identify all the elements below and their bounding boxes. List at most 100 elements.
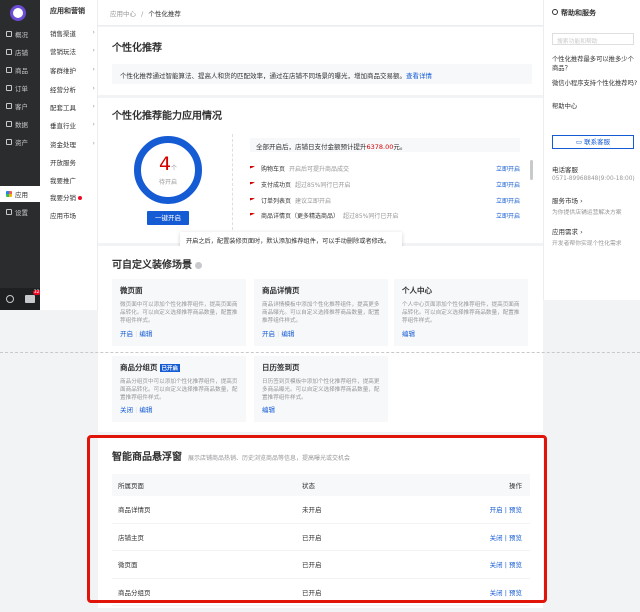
- contact-support-button[interactable]: ▭ 联系客服: [552, 135, 634, 149]
- help-question-link[interactable]: 微信小程序支持个性化推荐吗?: [552, 80, 640, 89]
- home-icon: [6, 31, 12, 37]
- pending-label: 待开启: [158, 179, 177, 186]
- scene-card-user-center: 个人中心 个人中心页面添加个性化推荐组件，提高页面商品转化。可以自定义选择推荐商…: [394, 279, 528, 346]
- ability-row: 订单列表页 建议立即开启 立即开启: [250, 194, 520, 206]
- enable-now-link[interactable]: 立即开启: [496, 211, 520, 220]
- help-center-link[interactable]: 帮助中心: [552, 103, 640, 112]
- phone-title: 电话客服: [552, 166, 578, 174]
- rail-item-orders[interactable]: 订单: [0, 80, 40, 96]
- gear-icon: [6, 209, 12, 215]
- rail-item-assets[interactable]: 资产: [0, 134, 40, 150]
- highlight-box: [87, 435, 547, 603]
- help-search-input[interactable]: 搜索功能和帮助: [552, 33, 634, 45]
- search-icon[interactable]: [5, 295, 14, 303]
- enable-all-button[interactable]: 一键开启: [147, 211, 189, 225]
- rail-item-customers[interactable]: 客户: [0, 98, 40, 114]
- ability-row: 购物车页 开启后可提升商品成交 立即开启: [250, 162, 520, 174]
- pending-count: 4: [158, 153, 172, 175]
- chevron-right-icon: ›: [92, 65, 95, 73]
- nav2-item-app-market[interactable]: 应用市场: [50, 210, 95, 220]
- breadcrumb-separator: /: [141, 10, 144, 18]
- flag-icon: [250, 212, 255, 216]
- nav2-item-vertical[interactable]: 垂直行业 ›: [50, 120, 95, 130]
- edit-link[interactable]: 编辑: [139, 406, 152, 414]
- store-logo-icon[interactable]: [10, 5, 26, 21]
- goods-icon: [6, 67, 12, 73]
- page-title: 个性化推荐: [112, 43, 162, 54]
- rail-item-apps[interactable]: 应用: [0, 186, 40, 202]
- edit-link[interactable]: 编辑: [139, 330, 152, 338]
- rail-tools: 32: [0, 288, 41, 310]
- nav2-item-promote[interactable]: 我要推广: [50, 175, 95, 185]
- message-icon[interactable]: 32: [24, 290, 41, 303]
- status-badge: 已开启: [159, 364, 181, 372]
- scenes-title: 可自定义装修场景: [112, 256, 202, 271]
- disable-link[interactable]: 关闭: [120, 406, 133, 414]
- chevron-right-icon: ›: [92, 84, 95, 92]
- ability-row: 商品详情页（更多精选商品） 超过85%同行已开启 立即开启: [250, 209, 520, 221]
- intro-description: 个性化推荐通过智能算法、提高人和货的匹配效率，通过在店铺不同场景的曝光，增加商品…: [112, 64, 532, 84]
- scene-card-product-detail: 商品详情页 商品详情模板中添加个性化推荐组件，提高更多商品曝光。可以自定义选择推…: [254, 279, 388, 346]
- apps-icon: [6, 191, 12, 197]
- pending-count-ring: 4个 待开启: [134, 136, 202, 204]
- edit-link[interactable]: 编辑: [281, 330, 294, 338]
- rail-item-store[interactable]: 店铺: [0, 44, 40, 60]
- chevron-right-icon: ›: [92, 120, 95, 128]
- chevron-right-icon: ›: [92, 102, 95, 110]
- intro-card: 个性化推荐 个性化推荐通过智能算法、提高人和货的匹配效率，通过在店铺不同场景的曝…: [98, 27, 543, 95]
- notification-dot: [78, 196, 82, 200]
- enable-now-link[interactable]: 立即开启: [496, 164, 520, 173]
- secondary-sidebar-title: 应用和营销: [50, 7, 85, 15]
- help-panel: 帮助和服务 搜索功能和帮助 个性化推荐最多可以推多少个商品？ 微信小程序支持个性…: [543, 0, 640, 300]
- breadcrumb: 应用中心 / 个性化推荐: [98, 0, 543, 26]
- phone-number: 0571-89968848(9:00-18:00): [552, 176, 635, 182]
- flag-icon: [250, 197, 255, 201]
- secondary-sidebar: 应用和营销 销售渠道 › 营销玩法 › 客群维护 › 经营分析 › 配套工具 › 垂直行业…: [40, 0, 98, 310]
- nav2-item-funds[interactable]: 资金处理 ›: [50, 139, 95, 149]
- rail-item-overview[interactable]: 概况: [0, 26, 40, 42]
- edit-link[interactable]: 编辑: [262, 406, 275, 414]
- page-break-divider: [0, 352, 640, 353]
- chevron-right-icon: ›: [92, 28, 95, 36]
- nav2-item-customer-group[interactable]: 客群维护 ›: [50, 65, 95, 75]
- nav2-item-analysis[interactable]: 经营分析 ›: [50, 84, 95, 94]
- scrollbar[interactable]: [530, 160, 533, 180]
- order-icon: [6, 85, 12, 91]
- nav2-item-tools[interactable]: 配套工具 ›: [50, 102, 95, 112]
- chat-icon: ▭: [575, 138, 585, 146]
- chevron-right-icon: ›: [92, 46, 95, 54]
- app-demand-link[interactable]: 应用需求 ›: [552, 226, 583, 236]
- pending-unit: 个: [171, 165, 178, 172]
- view-details-link[interactable]: 查看详情: [406, 72, 432, 80]
- customer-icon: [6, 103, 12, 109]
- enable-link[interactable]: 开启: [120, 330, 133, 338]
- scene-card-group-page: 商品分组页 已开启 商品分组页中可以添加个性化推荐组件，提高页面商品转化。可以自定…: [112, 356, 246, 422]
- rail-item-settings[interactable]: 设置: [0, 204, 40, 220]
- ability-title: 个性化推荐能力应用情况: [112, 111, 222, 122]
- chart-icon: [6, 121, 12, 127]
- rail-item-data[interactable]: 数据: [0, 116, 40, 132]
- primary-sidebar: 概况 店铺 商品 订单 客户 数据 资产 应用 设置 32: [0, 0, 41, 310]
- help-question-link[interactable]: 个性化推荐最多可以推多少个商品？: [552, 56, 640, 73]
- asset-icon: [6, 139, 12, 145]
- enable-now-link[interactable]: 立即开启: [496, 180, 520, 189]
- rail-item-goods[interactable]: 商品: [0, 62, 40, 78]
- scene-card-micropage: 微页面 微页面中可以添加个性化推荐组件，提高页面商品转化。可以自定义选择推荐商品…: [112, 279, 246, 346]
- nav2-item-distribution[interactable]: 我要分销: [50, 192, 95, 202]
- divider: [232, 134, 233, 230]
- breadcrumb-current: 个性化推荐: [148, 10, 181, 18]
- service-market-link[interactable]: 服务市场 ›: [552, 195, 583, 205]
- ability-row: 支付成功页 超过85%同行已开启 立即开启: [250, 178, 520, 190]
- nav2-item-marketing[interactable]: 营销玩法 ›: [50, 46, 95, 56]
- nav2-item-sales-channel[interactable]: 销售渠道 ›: [50, 28, 95, 38]
- summary-amount: 6378.00: [366, 143, 394, 151]
- enable-link[interactable]: 开启: [262, 330, 275, 338]
- enable-now-link[interactable]: 立即开启: [496, 196, 520, 205]
- info-icon[interactable]: [195, 261, 202, 269]
- breadcrumb-parent[interactable]: 应用中心: [110, 10, 136, 18]
- flag-icon: [250, 181, 255, 185]
- edit-link[interactable]: 编辑: [402, 330, 415, 338]
- nav2-item-open-service[interactable]: 开放服务: [50, 157, 95, 167]
- summary-bar: 全部开启后，店铺日支付金额预计提升6378.00元。: [250, 138, 520, 152]
- lightbulb-icon: [552, 9, 558, 15]
